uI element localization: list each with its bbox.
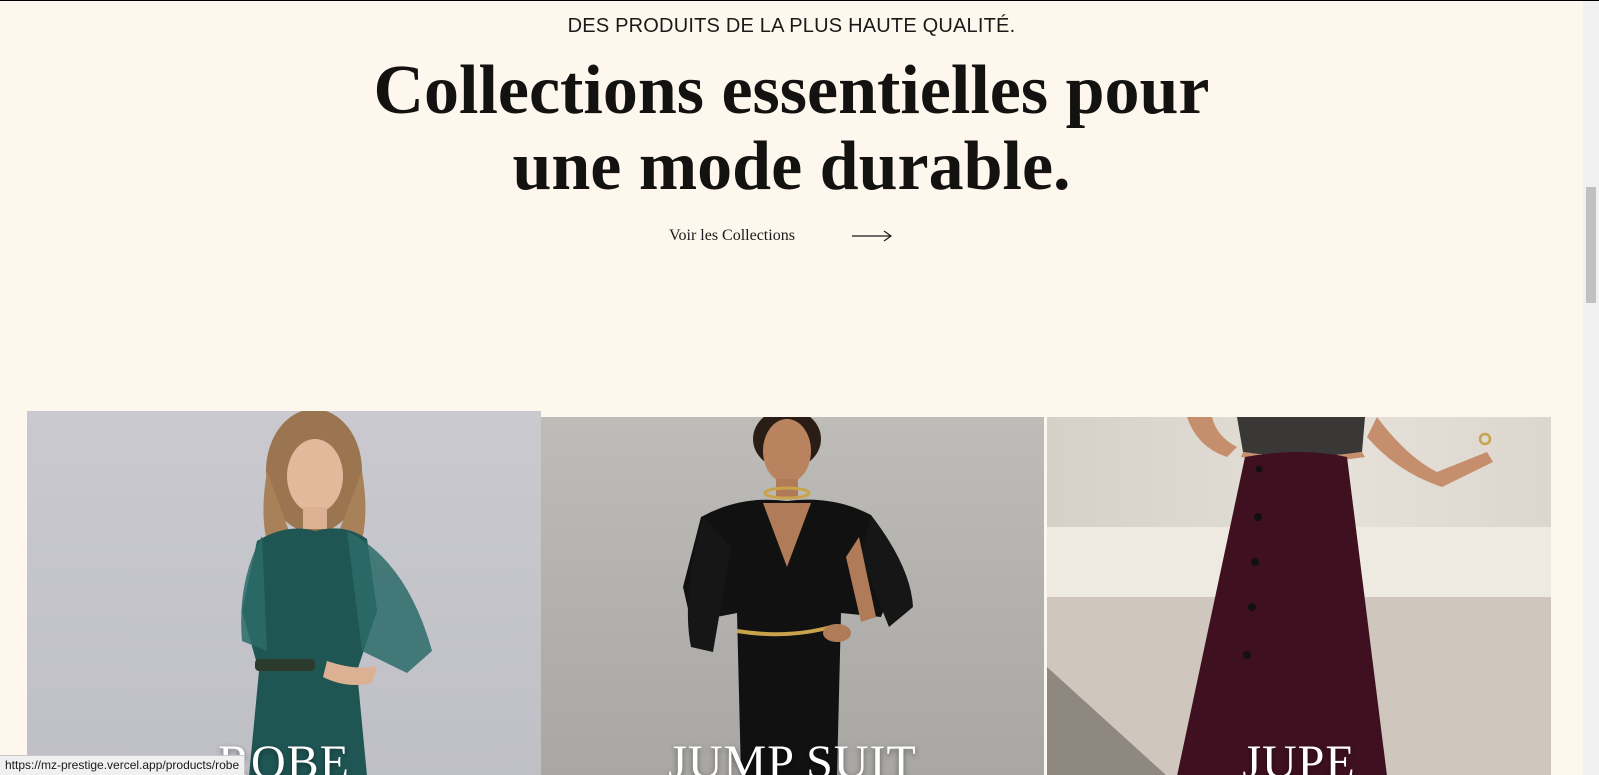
category-card-jumpsuit[interactable]: JUMP SUIT: [541, 417, 1044, 775]
browser-status-bar: https://mz-prestige.vercel.app/products/…: [0, 755, 246, 775]
hero-headline-line-1: Collections essentielles pour: [373, 52, 1210, 129]
view-collections-label: Voir les Collections: [669, 227, 795, 244]
hero-eyebrow: DES PRODUITS DE LA PLUS HAUTE QUALITÉ.: [567, 15, 1016, 37]
category-label-jumpsuit: JUMP SUIT: [668, 736, 917, 775]
arrow-right-icon: [851, 229, 893, 243]
view-collections-link[interactable]: Voir les Collections: [669, 227, 893, 245]
woman-in-teal-dress-photo: [241, 411, 432, 775]
hero-headline-line-2: une mode durable.: [512, 128, 1071, 205]
category-cards: ROBE JUMP SUIT JUPE: [27, 411, 1551, 775]
page: DES PRODUITS DE LA PLUS HAUTE QUALITÉ. C…: [0, 0, 1599, 775]
category-card-jupe[interactable]: JUPE: [1047, 417, 1551, 775]
category-label-jupe: JUPE: [1242, 736, 1356, 775]
main-content: DES PRODUITS DE LA PLUS HAUTE QUALITÉ. C…: [0, 1, 1583, 775]
woman-in-black-jumpsuit-photo: [683, 417, 913, 775]
scrollbar-thumb[interactable]: [1586, 187, 1596, 303]
woman-in-burgundy-skirt-photo: [1047, 417, 1551, 775]
vertical-scrollbar[interactable]: [1583, 1, 1599, 775]
hero-headline: Collections essentielles pour une mode d…: [0, 53, 1583, 205]
category-card-robe[interactable]: ROBE: [27, 411, 541, 775]
